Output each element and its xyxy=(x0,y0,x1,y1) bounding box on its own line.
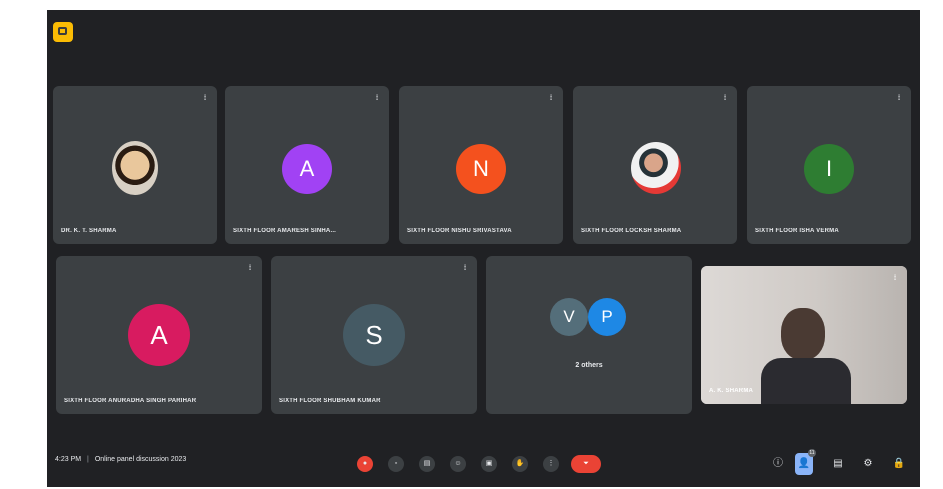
camera-button[interactable]: ▫ xyxy=(388,456,404,472)
participant-name: A. K. SHARMA xyxy=(709,388,754,394)
participant-tile[interactable]: ⁞ S SIXTH FLOOR SHUBHAM KUMAR xyxy=(271,256,477,414)
participant-avatar: N xyxy=(456,144,506,194)
participant-name: SIXTH FLOOR AMARESH SINHA... xyxy=(233,228,337,234)
others-tile[interactable]: V P 2 others xyxy=(486,256,692,414)
participant-video-tile[interactable]: ⁞ A. K. SHARMA xyxy=(701,266,907,404)
people-count-badge: 11 xyxy=(808,449,816,457)
chat-icon[interactable]: ▤ xyxy=(830,455,846,473)
participant-avatar: P xyxy=(588,298,626,336)
mic-off-button[interactable]: ● xyxy=(357,456,373,472)
meet-window: ⁞ DR. K. T. SHARMA ⁞ A SIXTH FLOOR AMARE… xyxy=(47,10,920,487)
participant-tile[interactable]: ⁞ DR. K. T. SHARMA xyxy=(53,86,217,244)
more-options-icon[interactable]: ⁞ xyxy=(895,95,903,105)
more-options-icon[interactable]: ⁞ xyxy=(246,265,254,275)
separator: | xyxy=(87,456,89,463)
more-options-icon[interactable]: ⁞ xyxy=(373,95,381,105)
participant-name: SIXTH FLOOR ISHA VERMA xyxy=(755,228,839,234)
participant-name: DR. K. T. SHARMA xyxy=(61,228,117,234)
participant-tile[interactable]: ⁞ SIXTH FLOOR LOCKSH SHARMA xyxy=(573,86,737,244)
more-options-icon[interactable]: ⁞ xyxy=(721,95,729,105)
more-options-icon[interactable]: ⁞ xyxy=(547,95,555,105)
participant-photo xyxy=(631,142,681,194)
participant-avatar: S xyxy=(343,304,405,366)
participant-name: SIXTH FLOOR NISHU SRIVASTAVA xyxy=(407,228,512,234)
activities-icon[interactable]: ⚙ xyxy=(860,455,876,473)
participant-avatar: A xyxy=(282,144,332,194)
meet-logo-icon xyxy=(53,22,73,42)
person-head xyxy=(781,308,825,360)
participant-avatar: I xyxy=(804,144,854,194)
meeting-info: 4:23 PM | Online panel discussion 2023 xyxy=(55,456,186,463)
participant-name: SIXTH FLOOR SHUBHAM KUMAR xyxy=(279,398,381,404)
clock-time: 4:23 PM xyxy=(55,456,82,463)
participant-tile[interactable]: ⁞ A SIXTH FLOOR ANURADHA SINGH PARIHAR xyxy=(56,256,262,414)
people-icon[interactable]: 👤 11 xyxy=(795,449,816,475)
present-button[interactable]: ▣ xyxy=(481,456,497,472)
bottom-bar: 4:23 PM | Online panel discussion 2023 ●… xyxy=(47,442,920,487)
others-count-label: 2 others xyxy=(575,362,603,369)
participant-tile[interactable]: ⁞ A SIXTH FLOOR AMARESH SINHA... xyxy=(225,86,389,244)
participant-tile[interactable]: ⁞ I SIXTH FLOOR ISHA VERMA xyxy=(747,86,911,244)
more-options-button[interactable]: ⋮ xyxy=(543,456,559,472)
more-options-icon[interactable]: ⁞ xyxy=(201,95,209,105)
participant-avatar: V xyxy=(550,298,588,336)
more-options-icon[interactable]: ⁞ xyxy=(461,265,469,275)
emoji-button[interactable]: ☺ xyxy=(450,456,466,472)
more-options-icon[interactable]: ⁞ xyxy=(891,275,899,285)
participant-tile[interactable]: ⁞ N SIXTH FLOOR NISHU SRIVASTAVA xyxy=(399,86,563,244)
end-call-button[interactable]: ⏷ xyxy=(571,455,601,473)
meeting-title: Online panel discussion 2023 xyxy=(94,456,187,463)
participant-avatar: A xyxy=(128,304,190,366)
participant-name: SIXTH FLOOR LOCKSH SHARMA xyxy=(581,228,682,234)
person-body xyxy=(761,358,851,404)
host-controls-icon[interactable]: 🔒 xyxy=(891,455,907,473)
raise-hand-button[interactable]: ✋ xyxy=(512,456,528,472)
participant-name: SIXTH FLOOR ANURADHA SINGH PARIHAR xyxy=(64,398,197,404)
participant-photo xyxy=(112,141,158,195)
captions-button[interactable]: ▤ xyxy=(419,456,435,472)
info-icon[interactable]: ⓘ xyxy=(770,455,786,473)
